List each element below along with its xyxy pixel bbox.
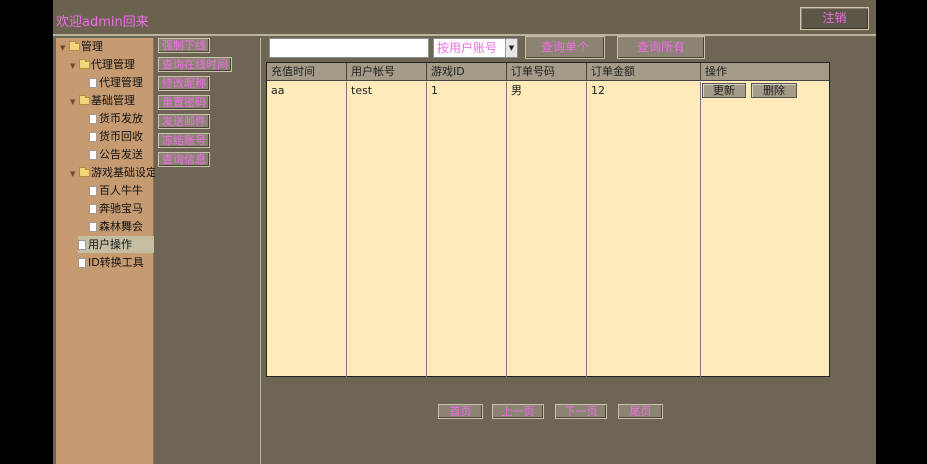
folder-icon (79, 59, 90, 69)
folder-icon (79, 95, 90, 105)
tree-item-currency-issue[interactable]: 货币发放 (89, 110, 143, 127)
chevron-down-icon[interactable]: ▼ (505, 39, 517, 57)
collapse-icon[interactable]: ▼ (70, 166, 79, 183)
tree-item-user-ops[interactable]: 用户操作 (78, 236, 154, 253)
tree-label: 公告发送 (99, 148, 143, 161)
document-icon (89, 132, 97, 142)
tree-item-game-3[interactable]: 森林舞会 (89, 218, 143, 235)
prev-page-button[interactable]: 上一页 (492, 404, 544, 419)
tree-item-announcement[interactable]: 公告发送 (89, 146, 143, 163)
query-single-button[interactable]: 查询单个 (525, 36, 605, 59)
document-icon (78, 258, 86, 268)
document-icon (89, 78, 97, 88)
table-cell: test (347, 82, 427, 377)
last-page-button[interactable]: 尾页 (618, 404, 663, 419)
header-bar: 欢迎admin回来 注销 (53, 0, 876, 36)
table-cell: 男 (507, 82, 587, 377)
document-icon (78, 240, 86, 250)
table-cell: 1 (427, 82, 507, 377)
tree-label: ID转换工具 (88, 256, 144, 269)
search-input[interactable] (269, 38, 429, 58)
query-online-time-button[interactable]: 查询在线时间 (158, 57, 232, 72)
logout-button[interactable]: 注销 (800, 7, 869, 30)
document-icon (89, 204, 97, 214)
tree-item-game-1[interactable]: 百人牛牛 (89, 182, 143, 199)
document-icon (89, 150, 97, 160)
tree-label: 管理 (81, 40, 103, 53)
tree-label: 基础管理 (91, 94, 135, 107)
tree-label: 代理管理 (99, 76, 143, 89)
collapse-icon[interactable]: ▼ (70, 94, 79, 111)
tree-label: 货币发放 (99, 112, 143, 125)
folder-icon (69, 41, 80, 51)
tree-item-id-tool[interactable]: ID转换工具 (78, 254, 144, 271)
first-page-button[interactable]: 首页 (438, 404, 483, 419)
column-header: 游戏ID (427, 63, 507, 81)
select-value: 按用户账号 (437, 41, 498, 55)
tree-node-base-group[interactable]: ▼ 基础管理 (70, 92, 135, 109)
tree-label: 用户操作 (88, 238, 132, 251)
table-cell: 12 (587, 82, 701, 377)
collapse-icon[interactable]: ▼ (60, 40, 69, 57)
column-header: 用户帐号 (347, 63, 427, 81)
tree-node-agent-group[interactable]: ▼ 代理管理 (70, 56, 135, 73)
table-cell: aa (267, 82, 347, 377)
column-header: 订单金额 (587, 63, 701, 81)
tree-label: 奔驰宝马 (99, 202, 143, 215)
freeze-account-button[interactable]: 冻结账号 (158, 133, 210, 148)
document-icon (89, 114, 97, 124)
delete-button[interactable]: 删除 (751, 83, 797, 98)
tree-label: 游戏基础设定 (91, 166, 157, 179)
tree-item-game-2[interactable]: 奔驰宝马 (89, 200, 143, 217)
query-info-button[interactable]: 查询信息 (158, 152, 210, 167)
tree-node-game-group[interactable]: ▼ 游戏基础设定 (70, 164, 157, 181)
tree-label: 百人牛牛 (99, 184, 143, 197)
collapse-icon[interactable]: ▼ (70, 58, 79, 75)
tree-label: 货币回收 (99, 130, 143, 143)
tree-item-currency-recover[interactable]: 货币回收 (89, 128, 143, 145)
column-header: 订单号码 (507, 63, 587, 81)
action-panel: 强制下线 查询在线时间 修改昵称 重置密码 发送邮件 冻结账号 查询信息 (155, 38, 261, 464)
tree-label: 森林舞会 (99, 220, 143, 233)
column-header: 操作 (705, 65, 727, 78)
tree-node-root[interactable]: ▼ 管理 (60, 38, 103, 55)
tree-item-agent-manage[interactable]: 代理管理 (89, 74, 143, 91)
tree-label: 代理管理 (91, 58, 135, 71)
document-icon (89, 186, 97, 196)
folder-icon (79, 167, 90, 177)
search-type-select[interactable]: 按用户账号 ▼ (433, 38, 518, 58)
query-all-button[interactable]: 查询所有 (617, 36, 705, 59)
app-frame: 欢迎admin回来 注销 ▼ 管理 ▼ 代理管理 代理管理 ▼ 基础管理 货币发放 货… (53, 0, 876, 464)
orders-table: 充值时间 用户帐号 游戏ID 订单号码 订单金额 操作 aa test 1 男 … (266, 62, 830, 377)
nav-tree: ▼ 管理 ▼ 代理管理 代理管理 ▼ 基础管理 货币发放 货币回收 公告发送 ▼ 游戏基… (56, 38, 157, 464)
update-button[interactable]: 更新 (702, 83, 746, 98)
table-header: 充值时间 用户帐号 游戏ID 订单号码 订单金额 操作 (267, 63, 829, 81)
edit-nickname-button[interactable]: 修改昵称 (158, 76, 210, 91)
next-page-button[interactable]: 下一页 (555, 404, 607, 419)
document-icon (89, 222, 97, 232)
reset-password-button[interactable]: 重置密码 (158, 95, 210, 110)
column-header: 充值时间 (267, 63, 347, 81)
send-mail-button[interactable]: 发送邮件 (158, 114, 210, 129)
force-offline-button[interactable]: 强制下线 (158, 38, 210, 53)
welcome-text: 欢迎admin回来 (56, 15, 149, 30)
